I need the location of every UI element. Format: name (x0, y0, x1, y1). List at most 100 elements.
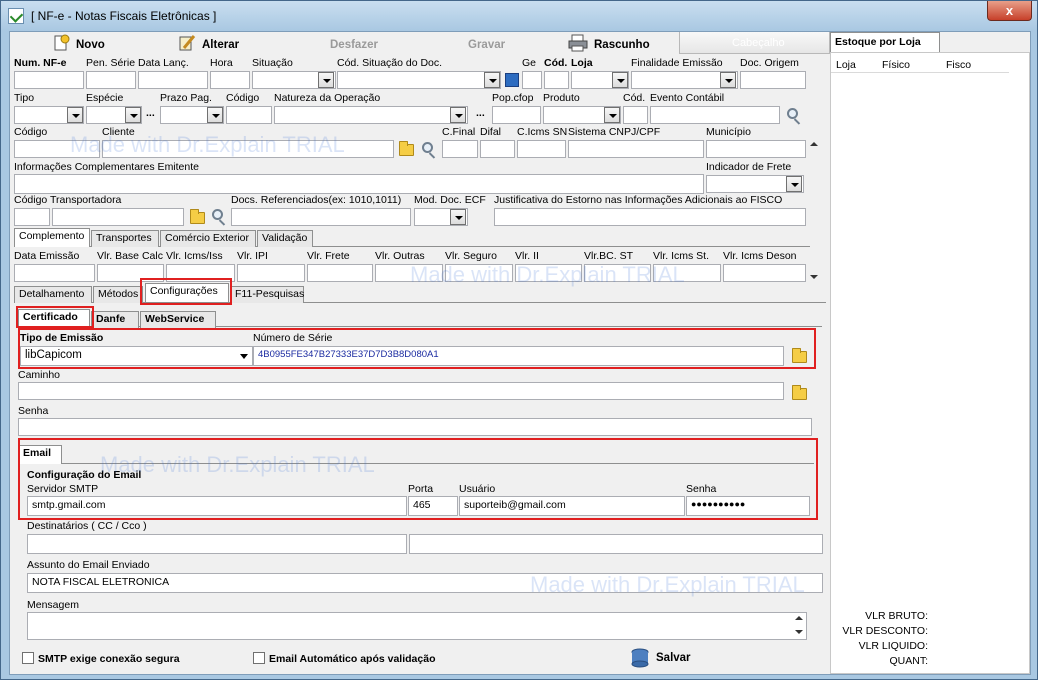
transportadora-name-input[interactable] (52, 208, 184, 226)
natureza-dropdown-arrow[interactable] (450, 107, 466, 123)
cliente-input[interactable] (102, 140, 394, 158)
tab-estoque-por-loja[interactable]: Estoque por Loja (830, 32, 940, 52)
vlr-ipi-input[interactable] (237, 264, 305, 282)
evento-search-icon[interactable] (787, 108, 798, 119)
caminho-folder-icon[interactable] (792, 385, 807, 400)
cliente-folder-icon[interactable] (399, 141, 414, 156)
calendar-icon[interactable] (505, 73, 519, 87)
difal-input[interactable] (480, 140, 515, 158)
justificativa-input[interactable] (494, 208, 806, 226)
cod-situacao-select[interactable] (337, 71, 501, 89)
evento-contabil-input[interactable] (650, 106, 780, 124)
salvar-button[interactable]: Salvar (656, 652, 691, 664)
cod-situacao-dropdown-arrow[interactable] (484, 72, 500, 88)
tab-email[interactable]: Email (18, 445, 62, 464)
novo-button[interactable]: Novo (76, 34, 105, 56)
caminho-input[interactable] (18, 382, 784, 400)
docs-ref-input[interactable] (231, 208, 411, 226)
cabecalho-tab[interactable]: Cabeçalho (679, 32, 830, 54)
produto-dropdown-arrow[interactable] (604, 107, 620, 123)
numero-serie-folder-icon[interactable] (792, 348, 807, 363)
num-nfe-input[interactable] (14, 71, 84, 89)
especie-dropdown-arrow[interactable] (125, 107, 141, 123)
email-auto-checkbox[interactable] (253, 652, 265, 664)
destinatarios-cc-input[interactable] (27, 534, 407, 554)
municipio-input[interactable] (706, 140, 806, 158)
tab-validacao[interactable]: Validação (257, 230, 313, 247)
vlr-base-calc-label: Vlr. Base Calc (97, 250, 163, 262)
gravar-button[interactable]: Gravar (468, 34, 505, 56)
cod-evento-input[interactable] (623, 106, 648, 124)
tab-comercio-exterior[interactable]: Comércio Exterior (160, 230, 256, 247)
header-scroll-up-icon[interactable] (809, 140, 819, 148)
porta-input[interactable]: 465 (408, 496, 458, 516)
tab-transportes[interactable]: Transportes (91, 230, 159, 247)
c-final-input[interactable] (442, 140, 478, 158)
smtp-seguro-checkbox[interactable] (22, 652, 34, 664)
transportadora-search-icon[interactable] (212, 209, 223, 220)
tab-configuracoes[interactable]: Configurações (145, 283, 229, 302)
situacao-dropdown-arrow[interactable] (318, 72, 334, 88)
usuario-input[interactable]: suporteib@gmail.com (459, 496, 685, 516)
indicador-frete-dropdown-arrow[interactable] (786, 176, 802, 192)
data-lanc-input[interactable] (138, 71, 208, 89)
tab-complemento[interactable]: Complemento (14, 228, 90, 247)
tipo-dropdown-arrow[interactable] (67, 107, 83, 123)
vlr-ii-input[interactable] (515, 264, 582, 282)
data-emissao-input[interactable] (14, 264, 95, 282)
vlr-outras-input[interactable] (375, 264, 443, 282)
close-button[interactable]: x (987, 1, 1032, 21)
pen-serie-input[interactable] (86, 71, 136, 89)
codigo-cliente-input[interactable] (14, 140, 100, 158)
loja-dropdown-arrow[interactable] (612, 72, 628, 88)
rascunho-button[interactable]: Rascunho (594, 34, 650, 56)
desfazer-button[interactable]: Desfazer (330, 34, 378, 56)
hora-input[interactable] (210, 71, 250, 89)
ge-input[interactable] (522, 71, 542, 89)
vlr-bc-st-input[interactable] (584, 264, 651, 282)
tab-webservice[interactable]: WebService (140, 311, 216, 328)
senha-email-input[interactable]: ●●●●●●●●●● (686, 496, 810, 516)
cod-loja-code-input[interactable] (544, 71, 569, 89)
codigo-natureza-input[interactable] (226, 106, 272, 124)
tab-metodos[interactable]: Métodos (93, 286, 143, 303)
mod-doc-dropdown-arrow[interactable] (450, 209, 466, 225)
destinatarios-cco-input[interactable] (409, 534, 823, 554)
sistema-cnpj-input[interactable] (568, 140, 704, 158)
pop-cfop-input[interactable] (492, 106, 541, 124)
tipo-emissao-select[interactable]: libCapicom (20, 346, 253, 366)
vlr-seguro-input[interactable] (445, 264, 513, 282)
header-scroll-down-icon[interactable] (809, 273, 819, 281)
title-bar[interactable]: [ NF-e - Notas Fiscais Eletrônicas ] x (1, 1, 1037, 31)
c-icms-sn-input[interactable] (517, 140, 566, 158)
transportadora-folder-icon[interactable] (190, 209, 205, 224)
cod-transportadora-input[interactable] (14, 208, 50, 226)
new-document-icon (52, 34, 70, 52)
info-compl-input[interactable] (14, 174, 704, 194)
vlr-frete-input[interactable] (307, 264, 373, 282)
tab-certificado[interactable]: Certificado (18, 309, 90, 328)
natureza-ellipsis[interactable]: ... (476, 107, 485, 119)
natureza-select[interactable] (274, 106, 468, 124)
vlr-base-calc-input[interactable] (97, 264, 164, 282)
mensagem-input[interactable] (27, 612, 807, 640)
mensagem-scroll-up-icon[interactable] (794, 614, 804, 622)
mensagem-scroll-down-icon[interactable] (794, 628, 804, 636)
assunto-input[interactable]: NOTA FISCAL ELETRONICA (27, 573, 823, 593)
vlr-icms-st-input[interactable] (653, 264, 721, 282)
especie-ellipsis[interactable]: ... (146, 107, 155, 119)
doc-origem-input[interactable] (740, 71, 806, 89)
tab-f11-pesquisas[interactable]: F11-Pesquisas (230, 286, 304, 303)
prazo-pag-dropdown-arrow[interactable] (207, 107, 223, 123)
tipo-emissao-chevron-down-icon[interactable] (240, 354, 248, 359)
finalidade-dropdown-arrow[interactable] (720, 72, 736, 88)
vlr-icms-deson-input[interactable] (723, 264, 806, 282)
tab-danfe[interactable]: Danfe (91, 311, 139, 328)
senha-certificado-input[interactable] (18, 418, 812, 436)
numero-serie-input[interactable]: 4B0955FE347B27333E37D7D3B8D080A1 (253, 346, 784, 366)
alterar-button[interactable]: Alterar (202, 34, 239, 56)
tab-detalhamento[interactable]: Detalhamento (14, 286, 92, 303)
cliente-search-icon[interactable] (422, 142, 433, 153)
vlr-icms-iss-input[interactable] (166, 264, 235, 282)
servidor-smtp-input[interactable]: smtp.gmail.com (27, 496, 407, 516)
